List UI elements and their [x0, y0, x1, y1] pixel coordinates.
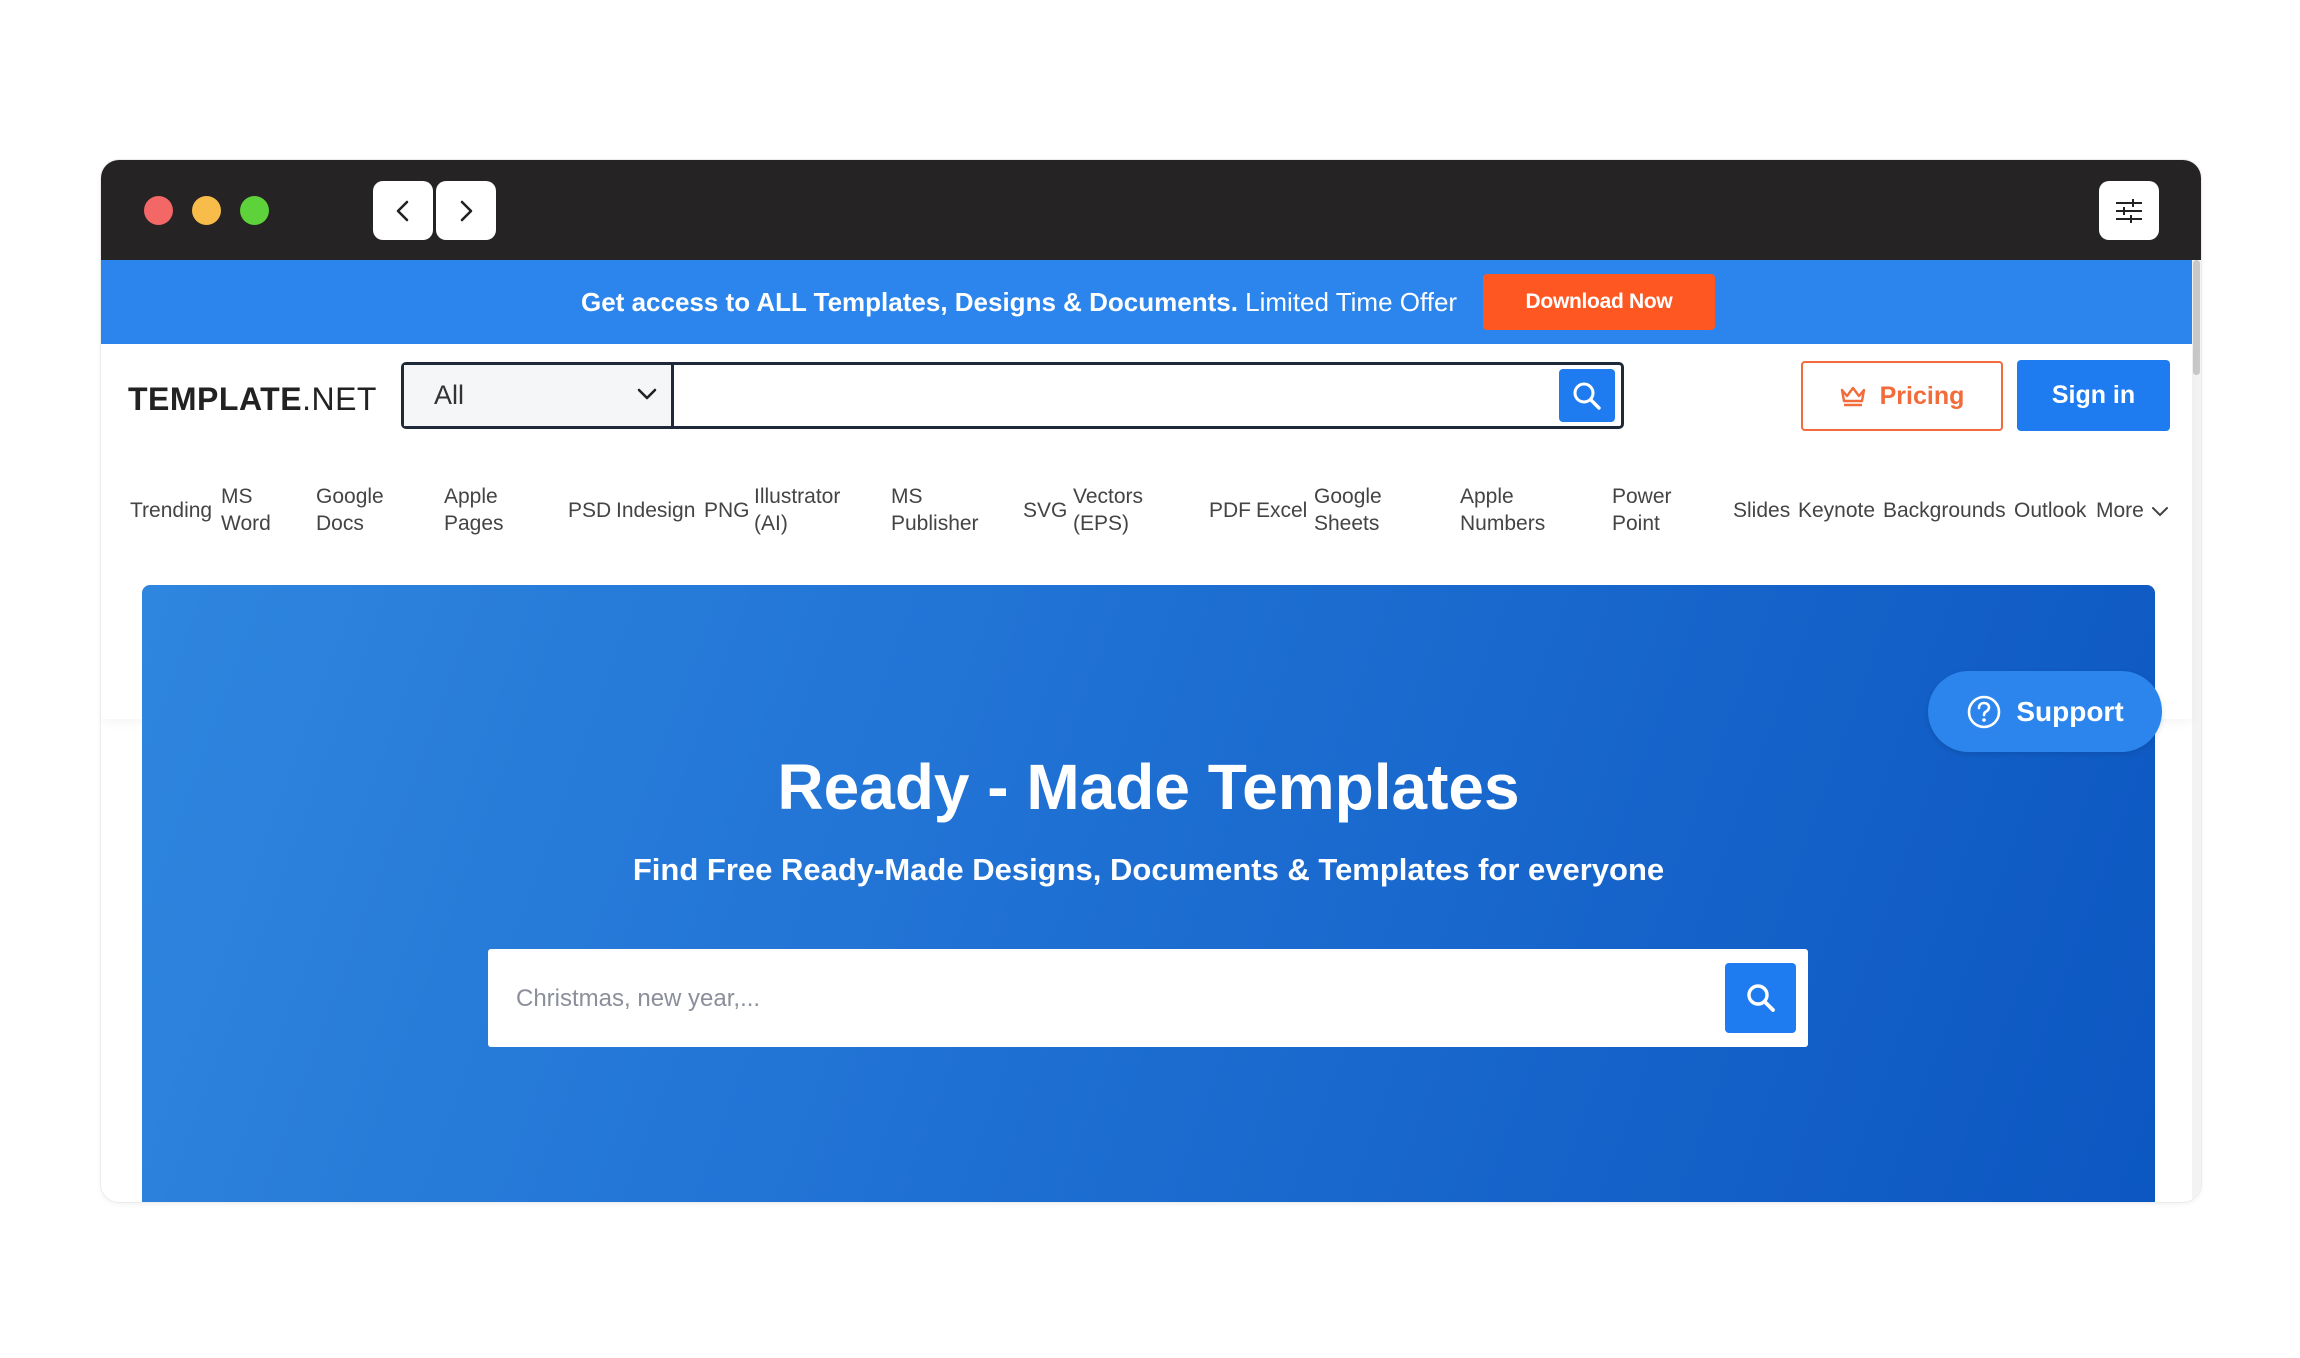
category-google-docs-line1: Google [316, 485, 384, 508]
sliders-icon [2116, 198, 2142, 223]
category-pdf[interactable]: PDF [1209, 497, 1251, 524]
logo-bold: TEMPLATE [128, 381, 303, 417]
category-ms-word[interactable]: MS Word [221, 483, 271, 537]
maximize-window-button[interactable] [240, 196, 269, 225]
category-power-point-line2: Point [1612, 512, 1660, 535]
close-window-button[interactable] [144, 196, 173, 225]
category-nav: Trending MS Word Google Docs Apple Pages PS… [101, 475, 2192, 545]
header-search-button[interactable] [1559, 369, 1615, 422]
promo-text: Get access to ALL Templates, Designs & D… [581, 287, 1457, 318]
chevron-down-icon [637, 388, 657, 400]
category-ms-publisher-line2: Publisher [891, 512, 979, 535]
search-icon [1573, 382, 1601, 410]
category-more[interactable]: More [2096, 497, 2170, 524]
forward-button[interactable] [436, 181, 496, 240]
support-button[interactable]: Support [1928, 671, 2162, 752]
category-indesign[interactable]: Indesign [616, 497, 695, 524]
hero-search [488, 949, 1808, 1049]
category-power-point[interactable]: Power Point [1612, 483, 1672, 537]
download-now-button[interactable]: Download Now [1483, 274, 1715, 330]
category-google-sheets-line1: Google [1314, 485, 1382, 508]
category-backgrounds[interactable]: Backgrounds [1883, 497, 2006, 524]
question-circle-icon [1968, 695, 2001, 728]
promo-offer-text: Limited Time Offer [1237, 287, 1458, 317]
category-vectors[interactable]: Vectors (EPS) [1073, 483, 1143, 537]
browser-window: Get access to ALL Templates, Designs & D… [101, 160, 2201, 1202]
category-google-sheets-line2: Sheets [1314, 512, 1380, 535]
category-google-sheets[interactable]: Google Sheets [1314, 483, 1382, 537]
settings-button[interactable] [2099, 181, 2159, 240]
category-slides[interactable]: Slides [1733, 497, 1790, 524]
promo-banner: Get access to ALL Templates, Designs & D… [101, 260, 2192, 344]
category-apple-pages-line1: Apple [444, 485, 498, 508]
search-icon [1746, 984, 1775, 1012]
hero-section: Ready - Made Templates Find Free Ready-M… [142, 585, 2155, 1202]
minimize-window-button[interactable] [192, 196, 221, 225]
hero-subtitle: Find Free Ready-Made Designs, Documents … [632, 852, 1665, 887]
pricing-button[interactable]: Pricing [1801, 361, 2003, 431]
category-vectors-line2: (EPS) [1073, 512, 1130, 535]
category-select-value: All [434, 380, 465, 410]
category-ms-publisher-line1: MS [891, 485, 923, 508]
category-apple-pages[interactable]: Apple Pages [444, 483, 504, 537]
category-google-docs-line2: Docs [316, 512, 364, 535]
support-label: Support [2016, 695, 2124, 727]
category-ms-publisher[interactable]: MS Publisher [891, 483, 979, 537]
category-illustrator-line1: Illustrator [754, 485, 841, 508]
category-apple-numbers-line1: Apple [1460, 485, 1514, 508]
header-search-input[interactable] [674, 365, 1558, 428]
promo-bold-text: Get access to ALL Templates, Designs & D… [581, 287, 1238, 317]
hero-search-button[interactable] [1725, 963, 1796, 1033]
sign-in-button[interactable]: Sign in [2017, 360, 2170, 431]
title-bar [101, 160, 2201, 260]
category-select[interactable]: All [404, 365, 674, 426]
category-keynote[interactable]: Keynote [1798, 497, 1875, 524]
category-png[interactable]: PNG [704, 497, 750, 524]
hero-title: Ready - Made Templates [777, 751, 1520, 823]
category-apple-pages-line2: Pages [444, 512, 504, 535]
chevron-left-icon [396, 200, 409, 221]
site-logo[interactable]: TEMPLATE.NET [128, 381, 377, 418]
category-more-label: More [2096, 499, 2144, 522]
category-apple-numbers[interactable]: Apple Numbers [1460, 483, 1545, 537]
hero-search-input[interactable] [488, 949, 1718, 1049]
category-illustrator[interactable]: Illustrator (AI) [754, 483, 840, 537]
category-illustrator-line2: (AI) [754, 512, 788, 535]
scrollbar[interactable] [2192, 260, 2201, 1202]
category-apple-numbers-line2: Numbers [1460, 512, 1546, 535]
category-vectors-line1: Vectors [1073, 485, 1144, 508]
category-ms-word-line2: Word [221, 512, 271, 535]
chevron-down-icon [2151, 506, 2168, 516]
category-ms-word-line1: MS [221, 485, 253, 508]
header-search: All [401, 362, 1624, 429]
category-psd[interactable]: PSD [568, 497, 611, 524]
category-outlook[interactable]: Outlook [2014, 497, 2086, 524]
pricing-label: Pricing [1879, 381, 1965, 410]
category-excel[interactable]: Excel [1256, 497, 1307, 524]
category-google-docs[interactable]: Google Docs [316, 483, 384, 537]
crown-icon [1840, 386, 1865, 407]
category-power-point-line1: Power [1612, 485, 1672, 508]
back-button[interactable] [373, 181, 433, 240]
category-trending[interactable]: Trending [130, 497, 212, 524]
logo-suffix: .NET [302, 381, 377, 417]
chevron-right-icon [460, 200, 473, 221]
category-svg[interactable]: SVG [1023, 497, 1067, 524]
scrollbar-thumb[interactable] [2193, 260, 2200, 375]
